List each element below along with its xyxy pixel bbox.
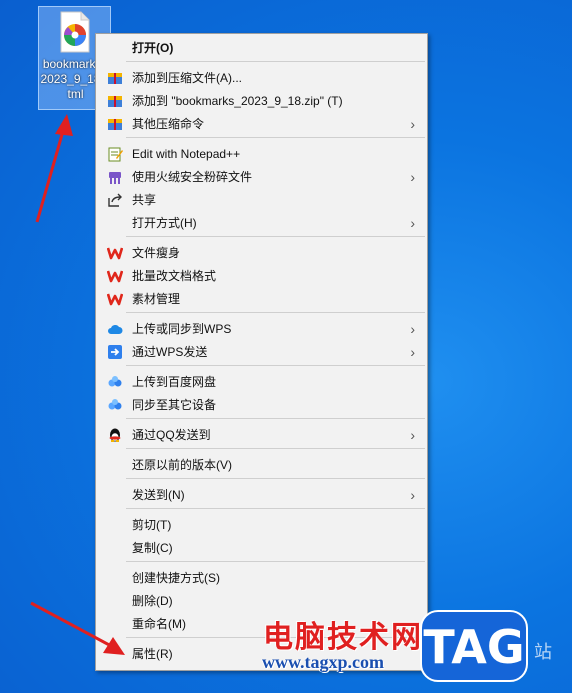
menu-item-label: 剪切(T) <box>132 518 172 532</box>
menu-item-10[interactable]: 批量改文档格式 <box>98 265 425 287</box>
annotation-arrow-up <box>35 114 73 223</box>
archive-icon <box>107 116 123 132</box>
menu-separator <box>126 137 425 138</box>
menu-item-20[interactable]: 复制(C) <box>98 537 425 559</box>
menu-item-18[interactable]: 发送到(N) › <box>98 484 425 506</box>
submenu-chevron-icon: › <box>410 344 415 360</box>
menu-item-label: 素材管理 <box>132 292 181 306</box>
watermark-title: 电脑技术网 <box>263 620 423 655</box>
menu-separator <box>126 61 425 62</box>
menu-item-15[interactable]: 同步至其它设备 <box>98 394 425 416</box>
wps-icon <box>106 268 124 284</box>
menu-item-label: 通过WPS发送 <box>132 345 208 359</box>
shredder-icon <box>107 169 123 185</box>
annotation-arrow-right <box>30 601 125 655</box>
tag-badge: TAG <box>420 610 528 682</box>
menu-item-4[interactable]: 其他压缩命令 › <box>98 113 425 135</box>
menu-item-21[interactable]: 创建快捷方式(S) <box>98 567 425 589</box>
menu-item-16[interactable]: 通过QQ发送到 › <box>98 424 425 446</box>
html-file-icon <box>60 11 90 53</box>
watermark-url: www.tagxp.com <box>262 652 384 672</box>
menu-item-label: 同步至其它设备 <box>132 398 217 412</box>
menu-item-label: 上传或同步到WPS <box>132 322 232 336</box>
menu-item-22[interactable]: 删除(D) <box>98 590 425 612</box>
menu-separator <box>126 478 425 479</box>
menu-item-label: 复制(C) <box>132 541 173 555</box>
menu-item-label: 添加到压缩文件(A)... <box>132 71 242 85</box>
menu-item-label: 共享 <box>132 193 157 207</box>
menu-item-label: 其他压缩命令 <box>132 117 205 131</box>
menu-item-label: 重命名(M) <box>132 617 186 631</box>
send-arrow-icon <box>107 344 123 360</box>
menu-item-3[interactable]: 添加到 "bookmarks_2023_9_18.zip" (T) <box>98 90 425 112</box>
menu-item-label: 打开(O) <box>132 41 174 55</box>
menu-item-label: 还原以前的版本(V) <box>132 458 232 472</box>
menu-item-label: 上传到百度网盘 <box>132 375 217 389</box>
menu-item-label: 通过QQ发送到 <box>132 428 211 442</box>
watermark: 电脑技术网 www.tagxp.com TAG 站 <box>258 610 572 693</box>
menu-item-8[interactable]: 打开方式(H) › <box>98 212 425 234</box>
menu-item-label: 批量改文档格式 <box>132 269 217 283</box>
baidu-icon <box>107 374 123 390</box>
menu-item-19[interactable]: 剪切(T) <box>98 514 425 536</box>
wps-icon <box>106 291 124 307</box>
menu-item-label: 添加到 "bookmarks_2023_9_18.zip" (T) <box>132 94 343 108</box>
menu-item-label: 创建快捷方式(S) <box>132 571 220 585</box>
menu-item-17[interactable]: 还原以前的版本(V) <box>98 454 425 476</box>
menu-item-9[interactable]: 文件瘦身 <box>98 242 425 264</box>
submenu-chevron-icon: › <box>410 215 415 231</box>
share-icon <box>107 192 123 208</box>
menu-item-label: 属性(R) <box>132 647 173 661</box>
menu-item-12[interactable]: 上传或同步到WPS › <box>98 318 425 340</box>
archive-icon <box>107 93 123 109</box>
menu-item-11[interactable]: 素材管理 <box>98 288 425 310</box>
submenu-chevron-icon: › <box>410 427 415 443</box>
watermark-corner: 站 <box>534 642 552 662</box>
menu-item-7[interactable]: 共享 <box>98 189 425 211</box>
menu-item-label: 使用火绒安全粉碎文件 <box>132 170 253 184</box>
menu-item-2[interactable]: 添加到压缩文件(A)... <box>98 67 425 89</box>
notepad-icon <box>107 146 123 162</box>
menu-item-14[interactable]: 上传到百度网盘 <box>98 371 425 393</box>
wps-icon <box>106 245 124 261</box>
menu-separator <box>126 365 425 366</box>
submenu-chevron-icon: › <box>410 169 415 185</box>
tag-badge-text: TAG <box>423 620 525 674</box>
menu-item-label: 文件瘦身 <box>132 246 181 260</box>
menu-item-label: 打开方式(H) <box>132 216 197 230</box>
submenu-chevron-icon: › <box>410 487 415 503</box>
cloud-icon <box>107 321 123 337</box>
menu-separator <box>126 561 425 562</box>
menu-separator <box>126 508 425 509</box>
submenu-chevron-icon: › <box>410 321 415 337</box>
menu-separator <box>126 312 425 313</box>
submenu-chevron-icon: › <box>410 116 415 132</box>
qq-icon <box>107 427 123 443</box>
menu-item-5[interactable]: Edit with Notepad++ <box>98 143 425 165</box>
archive-icon <box>107 70 123 86</box>
menu-item-13[interactable]: 通过WPS发送 › <box>98 341 425 363</box>
baidu-icon <box>107 397 123 413</box>
menu-separator <box>126 418 425 419</box>
menu-item-label: Edit with Notepad++ <box>132 147 241 161</box>
menu-item-6[interactable]: 使用火绒安全粉碎文件 › <box>98 166 425 188</box>
menu-item-label: 发送到(N) <box>132 488 185 502</box>
menu-separator <box>126 448 425 449</box>
menu-separator <box>126 236 425 237</box>
menu-item-1[interactable]: 打开(O) <box>98 37 425 59</box>
context-menu: 打开(O) 添加到压缩文件(A)... 添加到 "bookmarks_2023_9_… <box>95 33 428 671</box>
menu-item-label: 删除(D) <box>132 594 173 608</box>
